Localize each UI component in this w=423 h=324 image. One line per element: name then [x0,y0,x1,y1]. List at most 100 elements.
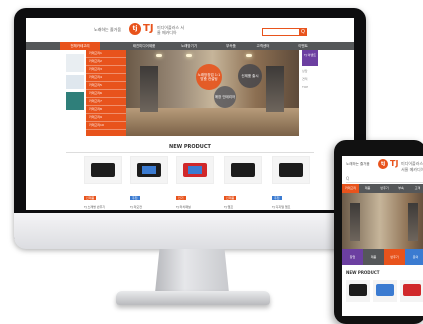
search-button[interactable]: Q [299,28,307,36]
desktop-screen: 노래하는 즐거움 tj TJ 미디어플러스 서울 메카디아 Q 전체카테고리 태… [26,18,354,210]
mobile-section-title: NEW PRODUCT [346,270,380,275]
section-divider [66,152,314,153]
product-name[interactable]: TJ 리모컨 [130,205,166,209]
ad-banner[interactable] [66,54,84,72]
section-title: NEW PRODUCT [169,144,211,150]
product-card[interactable]: 추천 TJ 리모컨 [130,156,168,210]
mobile-category[interactable]: 반주기 [384,249,405,265]
monitor-stand [155,249,229,293]
mobile-slogan: 노래하는 즐거움 [346,162,370,166]
device-icon [349,284,367,296]
device-screen [188,166,202,174]
device-icon [376,284,394,296]
hero-banner[interactable]: 노래방창업 1:1맞춤 컨설팅 매장 인테리어 신제품 출시 [126,50,299,136]
logo-icon[interactable]: tj [129,23,141,35]
mobile-category[interactable]: 창업 [342,249,363,265]
mobile-tab[interactable]: 카테고리 [342,184,359,193]
product-tag: 신제품 [224,196,237,200]
mobile-screen: 노래하는 즐거움 tj TJ 미디어플러스 서울 메카디아 Q 카테고리 제품 … [342,156,423,316]
nav-item[interactable]: 이벤트 [288,42,318,50]
device-screen [142,166,156,174]
logo-text[interactable]: TJ [143,23,154,34]
mobile-logo-subtitle: 미디어플러스 서울 메카디아 [401,161,423,172]
product-image[interactable] [176,156,214,184]
mobile-product-card[interactable] [346,280,370,302]
device-icon [137,163,161,177]
product-image[interactable] [130,156,168,184]
mobile-logo-text[interactable]: TJ [390,159,398,168]
category-item[interactable]: 카테고리7 [86,98,126,106]
monitor-base [116,291,270,305]
quick-link[interactable]: 상담 [302,69,322,74]
mobile-product-card[interactable] [373,280,397,302]
device-icon [403,284,421,296]
hero-light [246,54,252,57]
ad-banner[interactable] [66,92,84,110]
device-icon [183,163,207,177]
hero-door [408,203,418,241]
product-tag: 신제품 [84,196,97,200]
device-icon [91,163,115,177]
quick-link[interactable]: TOP [302,85,322,90]
product-name[interactable]: TJ 앰프 [224,205,260,209]
hero-bubble[interactable]: 신제품 출시 [238,64,262,88]
right-quick-column: TJ 이벤트 상담 견적 TOP [302,50,322,90]
mobile-product-list [346,280,423,310]
product-name[interactable]: TJ 터치패널 [176,205,212,209]
category-menu: 카테고리1 카테고리2 카테고리3 카테고리4 카테고리5 카테고리6 카테고리… [86,50,126,136]
device-icon [279,163,303,177]
nav-item[interactable]: 태진미디어제품 [124,42,164,50]
main-nav: 전체카테고리 태진미디어제품 노래방기기 부속품 고객센터 이벤트 [26,42,354,50]
mobile-category-bar: 창업 제품 반주기 문의 [342,249,423,265]
product-image[interactable] [84,156,122,184]
category-item[interactable]: 카테고리1 [86,50,126,58]
left-banner-column [66,54,84,113]
nav-item[interactable]: 전체카테고리 [60,42,100,50]
search-input[interactable] [262,28,300,36]
product-name[interactable]: TJ 디지털 앰프 [272,205,308,209]
category-item[interactable]: 카테고리3 [86,66,126,74]
hero-door [266,66,284,112]
category-item[interactable]: 카테고리2 [86,58,126,66]
product-tag: 추천 [272,196,282,200]
mobile-product-card[interactable] [400,280,423,302]
category-item[interactable]: 카테고리10 [86,122,126,130]
nav-item[interactable]: 고객센터 [248,42,278,50]
mobile-category[interactable]: 문의 [405,249,423,265]
device-icon [231,163,255,177]
mobile-tab[interactable]: 반주기 [376,184,393,193]
product-image[interactable] [272,156,310,184]
product-image[interactable] [224,156,262,184]
mobile-tab[interactable]: 부속 [393,184,409,193]
mobile-logo-icon[interactable]: tj [378,159,388,169]
hero-light [186,54,192,57]
mobile-search-input[interactable]: Q [346,176,423,183]
hero-bubble[interactable]: 매장 인테리어 [214,86,236,108]
mobile-category[interactable]: 제품 [363,249,384,265]
hero-door [140,66,158,112]
category-item[interactable]: 카테고리5 [86,82,126,90]
category-item[interactable]: 카테고리6 [86,90,126,98]
nav-item[interactable]: 부속품 [216,42,246,50]
product-tag: 추천 [130,196,140,200]
hero-bubble[interactable]: 노래방창업 1:1맞춤 컨설팅 [196,64,222,90]
product-card[interactable]: 신제품 TJ 앰프 [224,156,262,210]
category-item[interactable]: 카테고리8 [86,106,126,114]
mobile-hero-banner[interactable] [342,193,423,249]
mobile-tabs: 카테고리 제품 반주기 부속 고객 [342,184,423,193]
hero-light [156,54,162,57]
nav-item[interactable]: 노래방기기 [172,42,206,50]
product-name[interactable]: TJ 노래방 반주기 [84,205,120,209]
quick-link[interactable]: 견적 [302,77,322,82]
hero-floor [126,108,299,136]
mobile-tab[interactable]: 제품 [359,184,376,193]
category-item[interactable]: 카테고리4 [86,74,126,82]
event-badge[interactable]: TJ 이벤트 [302,50,318,66]
product-card[interactable]: 인기 TJ 터치패널 [176,156,214,210]
product-card[interactable]: 추천 TJ 디지털 앰프 [272,156,310,210]
category-item[interactable]: 카테고리9 [86,114,126,122]
product-card[interactable]: 신제품 TJ 노래방 반주기 [84,156,122,210]
monitor-chin [14,213,366,249]
mobile-tab[interactable]: 고객 [409,184,423,193]
ad-banner[interactable] [66,75,84,89]
